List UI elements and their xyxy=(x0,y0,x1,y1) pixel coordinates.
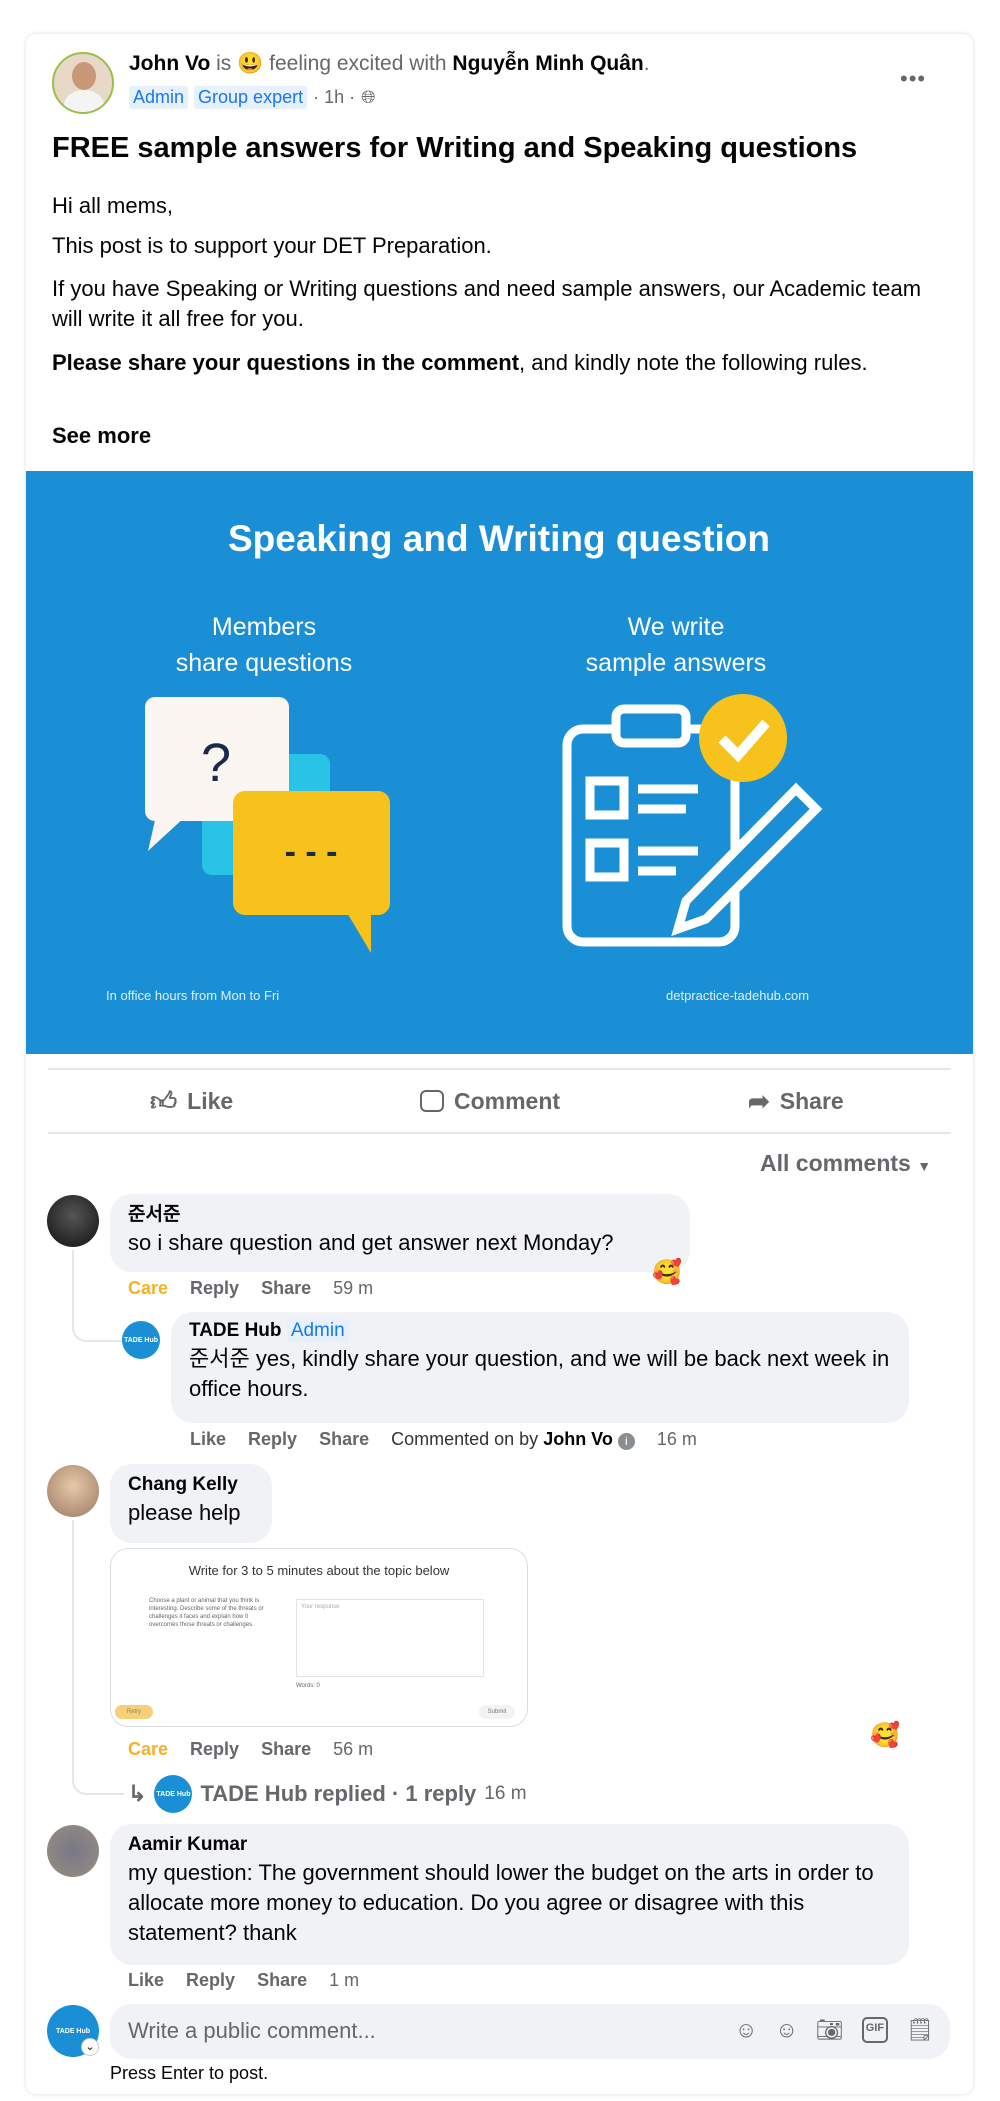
post-paragraph: This post is to support your DET Prepara… xyxy=(52,233,492,258)
comment-icon xyxy=(420,1090,444,1112)
caret-down-icon: ▼ xyxy=(917,1158,932,1174)
reply-time[interactable]: 16 m xyxy=(657,1429,697,1450)
like-button[interactable]: 👍︎ Like xyxy=(150,1084,233,1118)
reply-bubble: TADE Hub Admin 준서준 yes, kindly share you… xyxy=(171,1312,909,1423)
share-button[interactable]: Share xyxy=(319,1429,369,1450)
composer-hint: Press Enter to post. xyxy=(110,2063,269,2083)
post-paragraph: If you have Speaking or Writing question… xyxy=(52,276,922,331)
post-title: FREE sample answers for Writing and Spea… xyxy=(52,132,858,164)
share-button[interactable]: Share xyxy=(261,1739,311,1760)
more-icon[interactable]: ••• xyxy=(900,66,926,92)
share-button[interactable]: Share xyxy=(261,1278,311,1299)
commenter-avatar[interactable] xyxy=(47,1195,99,1247)
care-button[interactable]: Care xyxy=(128,1278,168,1299)
tagged-name[interactable]: Nguyễn Minh Quân xyxy=(452,52,643,75)
commenter-name[interactable]: Chang Kelly xyxy=(128,1472,254,1498)
admin-badge: Admin xyxy=(129,86,189,109)
thumbs-up-icon: 👍︎ xyxy=(150,1085,178,1116)
svg-text:A: A xyxy=(599,848,615,873)
emoji-icon[interactable]: ☺ xyxy=(775,2017,797,2043)
avatar-sticker-icon[interactable]: ☺︎ xyxy=(735,2017,757,2043)
gif-icon[interactable]: GIF xyxy=(861,2017,889,2043)
see-more-link[interactable]: See more xyxy=(52,421,932,451)
comment-text: please help xyxy=(128,1500,241,1525)
divider xyxy=(48,1132,951,1134)
comment-bubble: Chang Kelly please help xyxy=(110,1464,272,1543)
post-meta: Admin Group expert · 1h · 🌐︎ xyxy=(129,86,376,109)
comment-input[interactable]: Write a public comment... ☺︎ ☺ 📷︎ GIF 🗒︎ xyxy=(110,2004,950,2059)
info-icon[interactable]: i xyxy=(617,1433,635,1450)
reply-button[interactable]: Reply xyxy=(190,1739,239,1760)
tade-hub-avatar[interactable]: TADE Hub xyxy=(122,1321,160,1359)
comment-filter-dropdown[interactable]: All comments ▼ xyxy=(760,1150,931,1177)
comment-text: my question: The government should lower… xyxy=(128,1860,874,1945)
banner-title: Speaking and Writing question xyxy=(228,518,770,559)
comment-attachment-image[interactable]: Write for 3 to 5 minutes about the topic… xyxy=(110,1548,528,1727)
banner-footer-right: detpractice-tadehub.com xyxy=(666,988,809,1003)
reply-button[interactable]: Reply xyxy=(190,1278,239,1299)
post-paragraph: Please share your questions in the comme… xyxy=(52,350,868,375)
comment-time[interactable]: 56 m xyxy=(333,1739,373,1760)
share-icon: ➦ xyxy=(748,1085,770,1116)
tade-hub-avatar: TADE Hub xyxy=(154,1775,193,1813)
sticker-icon[interactable]: 🗒︎ xyxy=(906,2017,934,2043)
like-button[interactable]: Like xyxy=(128,1970,164,1991)
commented-by-name[interactable]: John Vo xyxy=(543,1429,613,1449)
replier-name[interactable]: TADE Hub xyxy=(189,1320,282,1341)
commenter-avatar[interactable] xyxy=(47,1465,99,1517)
commenter-name[interactable]: Aamir Kumar xyxy=(128,1832,891,1858)
commented-on-label: Commented on by xyxy=(391,1429,539,1449)
admin-badge: Admin xyxy=(286,1319,349,1342)
group-expert-badge: Group expert xyxy=(194,86,308,109)
mention[interactable]: 준서준 xyxy=(189,1346,250,1371)
svg-text:Q: Q xyxy=(599,786,616,811)
banner-right-caption: We write xyxy=(628,613,725,641)
divider xyxy=(48,1068,951,1070)
banner-right-caption: sample answers xyxy=(586,649,767,677)
comment-bubble: 준서준 so i share question and get answer n… xyxy=(110,1194,690,1272)
post-image[interactable]: Speaking and Writing question Members sh… xyxy=(26,471,973,1054)
care-reaction-icon[interactable]: 🥰 xyxy=(870,1721,900,1750)
banner-footer-left: In office hours from Mon to Fri xyxy=(106,988,279,1003)
view-replies-link[interactable]: ↳ TADE Hub TADE Hub replied · 1 reply 16… xyxy=(128,1775,527,1813)
care-reaction-icon[interactable]: 🥰 xyxy=(652,1258,682,1287)
camera-icon[interactable]: 📷︎ xyxy=(816,2017,844,2043)
comment-text: so i share question and get answer next … xyxy=(128,1230,614,1255)
author-avatar[interactable] xyxy=(52,52,114,114)
svg-text:?: ? xyxy=(201,733,231,793)
post-time[interactable]: · 1h · xyxy=(313,87,355,108)
comment-button[interactable]: Comment xyxy=(420,1084,560,1118)
author-name[interactable]: John Vo xyxy=(129,52,210,75)
comment-bubble: Aamir Kumar my question: The government … xyxy=(110,1824,909,1965)
post-header-line: John Vo is 😃 feeling excited with Nguyễn… xyxy=(129,52,650,75)
svg-text:- - -: - - - xyxy=(285,833,338,871)
reply-button[interactable]: Reply xyxy=(248,1429,297,1450)
reply-text: 준서준 yes, kindly share your question, and… xyxy=(189,1346,890,1401)
share-button[interactable]: Share xyxy=(257,1970,307,1991)
smile-emoji-icon: 😃 xyxy=(237,52,264,75)
reply-arrow-icon: ↳ xyxy=(128,1781,147,1806)
share-button[interactable]: ➦ Share xyxy=(748,1084,844,1118)
reply-button[interactable]: Reply xyxy=(186,1970,235,1991)
like-button[interactable]: Like xyxy=(190,1429,226,1450)
care-button[interactable]: Care xyxy=(128,1739,168,1760)
comment-time[interactable]: 59 m xyxy=(333,1278,373,1299)
banner-left-caption: Members xyxy=(212,613,316,641)
post-paragraph: Hi all mems, xyxy=(52,193,174,218)
banner-left-caption: share questions xyxy=(176,649,353,677)
comment-time[interactable]: 1 m xyxy=(329,1970,359,1991)
chevron-down-icon[interactable]: ⌄ xyxy=(81,2038,99,2056)
commenter-avatar[interactable] xyxy=(47,1825,99,1877)
globe-icon: 🌐︎ xyxy=(361,87,376,107)
commenter-name[interactable]: 준서준 xyxy=(128,1202,672,1228)
